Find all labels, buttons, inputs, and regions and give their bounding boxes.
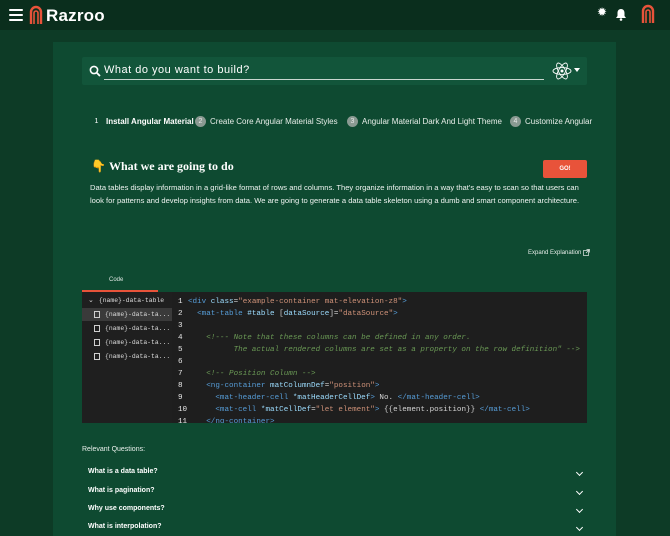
top-bar: Razroo ✹ xyxy=(0,0,670,30)
step-number: 4 xyxy=(510,116,521,127)
line-number: 5 xyxy=(178,346,183,354)
gear-icon[interactable]: ✹ xyxy=(597,6,609,18)
step-4[interactable]: 4 Customize Angular xyxy=(510,116,592,127)
user-avatar-icon[interactable] xyxy=(641,4,655,24)
file-name: {name}-data-ta... xyxy=(105,353,171,360)
search-bar xyxy=(82,57,587,85)
code-editor[interactable]: 1 <div class="example-container mat-eleva… xyxy=(172,292,587,423)
chevron-down-icon[interactable] xyxy=(575,505,584,514)
code-text: <!-- Position Column --> xyxy=(206,370,316,378)
section-title-text: What we are going to do xyxy=(108,159,234,173)
search-icon xyxy=(89,65,101,77)
step-2[interactable]: 2 Create Core Angular Material Styles xyxy=(195,116,338,127)
question-label: What is interpolation? xyxy=(88,523,162,530)
line-number: 2 xyxy=(178,310,183,318)
hamburger-menu-icon[interactable] xyxy=(9,9,23,21)
step-label: Create Core Angular Material Styles xyxy=(210,117,338,126)
line-number: 3 xyxy=(178,322,183,330)
code-text: <ng-container matColumnDef="position"> xyxy=(206,382,380,390)
step-number: 1 xyxy=(94,118,99,125)
code-text: The actual rendered columns are set as a… xyxy=(233,346,580,354)
razroo-logo-icon[interactable] xyxy=(29,5,43,25)
file-icon xyxy=(94,311,100,318)
code-text: <mat-header-cell *matHeaderCellDef> No. … xyxy=(215,394,480,402)
search-input[interactable] xyxy=(104,62,544,80)
file-name: {name}-data-ta... xyxy=(105,339,171,346)
expand-label: Expand Explanation xyxy=(528,249,582,256)
step-label: Angular Material Dark And Light Theme xyxy=(362,117,502,126)
chevron-down-icon[interactable] xyxy=(575,468,584,477)
chevron-down-icon[interactable] xyxy=(575,523,584,532)
react-icon[interactable] xyxy=(552,62,572,80)
tab-code[interactable]: Code xyxy=(109,277,123,283)
question-label: What is pagination? xyxy=(88,487,155,494)
step-label: Customize Angular xyxy=(525,117,593,126)
question-item[interactable]: Why use components? xyxy=(82,502,587,520)
go-button[interactable]: GO! xyxy=(543,160,587,178)
chevron-down-icon: ⌄ xyxy=(88,297,94,305)
step-number: 3 xyxy=(347,116,358,127)
question-item[interactable]: What is pagination? xyxy=(82,484,587,502)
tree-file[interactable]: {name}-data-ta... xyxy=(82,308,172,321)
step-1[interactable]: 1 Install Angular Material xyxy=(91,116,194,127)
line-number: 7 xyxy=(178,370,183,378)
file-name: {name}-data-ta... xyxy=(105,311,171,318)
step-progress: 1 Install Angular Material 2 Create Core… xyxy=(91,116,592,132)
line-number: 1 xyxy=(178,298,183,306)
step-3[interactable]: 3 Angular Material Dark And Light Theme xyxy=(347,116,502,127)
expand-explanation-link[interactable]: Expand Explanation xyxy=(528,249,591,256)
line-number: 4 xyxy=(178,334,183,342)
tree-folder[interactable]: ⌄ {name}-data-table xyxy=(82,294,172,307)
line-number: 6 xyxy=(178,358,183,366)
file-tree: ⌄ {name}-data-table {name}-data-ta... {n… xyxy=(82,292,172,423)
tree-file[interactable]: {name}-data-ta... xyxy=(82,350,172,363)
question-label: What is a data table? xyxy=(88,468,158,475)
file-icon xyxy=(94,339,100,346)
line-number: 11 xyxy=(178,418,188,423)
section-description: Data tables display information in a gri… xyxy=(90,183,580,205)
code-text: <div class="example-container mat-elevat… xyxy=(188,298,407,306)
step-number: 2 xyxy=(195,116,206,127)
file-icon xyxy=(94,353,100,360)
external-link-icon xyxy=(583,249,591,256)
chevron-down-icon[interactable] xyxy=(575,487,584,496)
tree-file[interactable]: {name}-data-ta... xyxy=(82,336,172,349)
chevron-down-icon[interactable] xyxy=(574,68,580,72)
tree-file[interactable]: {name}-data-ta... xyxy=(82,322,172,335)
step-label: Install Angular Material xyxy=(106,117,194,126)
code-text: <mat-table #table [dataSource]="dataSour… xyxy=(197,310,398,318)
bell-icon[interactable] xyxy=(615,8,627,21)
line-number: 10 xyxy=(178,406,188,414)
relevant-questions-title: Relevant Questions: xyxy=(82,446,146,453)
file-name: {name}-data-ta... xyxy=(105,325,171,332)
line-number: 9 xyxy=(178,394,183,402)
line-number: 8 xyxy=(178,382,183,390)
question-item[interactable]: What is interpolation? xyxy=(82,520,587,536)
code-text: <!--- Note that these columns can be def… xyxy=(206,334,471,342)
section-title: 👇 What we are going to do xyxy=(91,159,234,174)
question-label: Why use components? xyxy=(88,505,165,512)
question-item[interactable]: What is a data table? xyxy=(82,465,587,483)
file-icon xyxy=(94,325,100,332)
pointing-down-icon: 👇 xyxy=(91,159,106,173)
brand-name[interactable]: Razroo xyxy=(46,6,105,26)
code-text: <mat-cell *matCellDef="let element"> {{e… xyxy=(215,406,530,414)
code-text: </ng-container> xyxy=(206,418,275,423)
folder-name: {name}-data-table xyxy=(98,297,165,304)
